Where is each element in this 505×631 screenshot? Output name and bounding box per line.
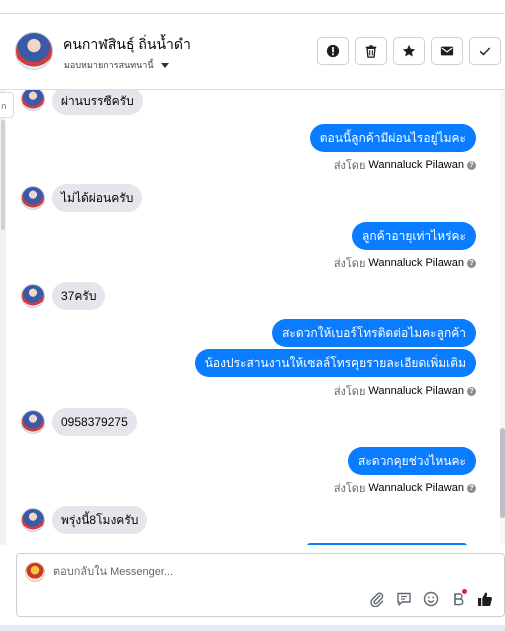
incoming-message[interactable]: พรุ่งนี้8โมงครับ	[52, 506, 148, 534]
emoji-button[interactable]	[422, 590, 440, 608]
incoming-message[interactable]: ผ่านบรรซีครับ	[52, 90, 143, 115]
contact-avatar-small	[21, 508, 45, 532]
page-avatar	[25, 562, 45, 582]
incoming-message[interactable]: 0958379275	[52, 408, 137, 436]
sender-name: Wannaluck Pilawan	[368, 482, 464, 494]
info-icon[interactable]: ?	[467, 386, 476, 396]
sent-by-prefix: ส่งโดย	[333, 483, 366, 495]
assign-conversation-dropdown[interactable]: มอบหมายการสนทนานี้	[64, 58, 169, 72]
contact-avatar-small	[21, 90, 45, 111]
assign-label: มอบหมายการสนทนานี้	[64, 60, 154, 70]
bot-button[interactable]	[449, 589, 467, 608]
sent-by-label: ส่งโดย Wannaluck Pilawan ?	[334, 382, 476, 400]
outgoing-message[interactable]: ตอนนี้ลูกค้ามีผ่อนไรอยู่ไมคะ	[309, 124, 476, 152]
incoming-message[interactable]: 37ครับ	[52, 282, 106, 310]
bottom-edge	[0, 625, 505, 631]
sender-name: Wannaluck Pilawan	[368, 159, 464, 171]
thread-scrollbar-thumb[interactable]	[500, 428, 505, 518]
mail-button[interactable]	[431, 37, 463, 65]
top-strip	[0, 0, 505, 14]
contact-avatar-small	[21, 410, 45, 434]
info-icon[interactable]: ?	[467, 160, 476, 170]
mark-done-button[interactable]	[469, 37, 501, 65]
saved-reply-icon	[397, 592, 411, 606]
composer-tools	[368, 589, 494, 608]
delete-button[interactable]	[355, 37, 387, 65]
contact-avatar-small	[21, 186, 45, 210]
sender-name: Wannaluck Pilawan	[368, 257, 464, 269]
contact-avatar-small	[21, 284, 45, 308]
incoming-message[interactable]: ไม่ได้ผ่อนครับ	[52, 184, 143, 212]
caret-down-icon	[160, 62, 169, 68]
outgoing-message[interactable]: ลูกค้าอายุเท่าไหร่คะ	[352, 222, 476, 250]
sent-by-label: ส่งโดย Wannaluck Pilawan ?	[334, 156, 476, 174]
reply-composer	[16, 553, 505, 617]
star-icon	[402, 44, 416, 57]
report-icon	[326, 44, 340, 58]
sent-by-prefix: ส่งโดย	[333, 386, 366, 398]
outgoing-message[interactable]: น้องประสานงานให้เซลล์โทรคุยรายละเอียดเพิ…	[194, 349, 476, 377]
attach-button[interactable]	[368, 590, 386, 608]
outgoing-message[interactable]: สะดวกคุยช่วงไหนคะ	[348, 447, 476, 475]
sent-by-label: ส่งโดย Wannaluck Pilawan ?	[334, 479, 476, 497]
star-button[interactable]	[393, 37, 425, 65]
check-icon	[479, 47, 491, 56]
sent-by-prefix: ส่งโดย	[333, 258, 366, 270]
outgoing-message[interactable]: สะดวกให้เบอร์โทรติดต่อไมคะลูกค้า	[272, 319, 476, 347]
outgoing-message-partial	[307, 543, 467, 545]
reply-input[interactable]	[53, 564, 353, 580]
like-icon	[478, 592, 492, 606]
thread-scrollbar[interactable]	[500, 90, 505, 545]
paperclip-icon	[370, 592, 384, 607]
contact-avatar[interactable]	[15, 32, 53, 70]
sent-by-prefix: ส่งโดย	[333, 160, 366, 172]
trash-icon	[365, 45, 377, 58]
like-button[interactable]	[476, 590, 494, 608]
notification-dot	[462, 589, 467, 594]
info-icon[interactable]: ?	[467, 483, 476, 493]
emoji-icon	[423, 591, 439, 607]
conversation-header: คนกาฬสินธุ์ ถิ่นน้ำดำ มอบหมายการสนทนานี้	[0, 14, 505, 90]
sent-by-label: ส่งโดย Wannaluck Pilawan ?	[334, 254, 476, 272]
saved-reply-button[interactable]	[395, 590, 413, 608]
report-button[interactable]	[317, 37, 349, 65]
contact-name[interactable]: คนกาฬสินธุ์ ถิ่นน้ำดำ	[63, 34, 191, 56]
message-thread: ผ่านบรรซีครับ ตอนนี้ลูกค้ามีผ่อนไรอยู่ไม…	[0, 90, 500, 545]
mail-icon	[440, 46, 454, 56]
sender-name: Wannaluck Pilawan	[368, 385, 464, 397]
info-icon[interactable]: ?	[467, 258, 476, 268]
header-actions	[317, 37, 501, 65]
